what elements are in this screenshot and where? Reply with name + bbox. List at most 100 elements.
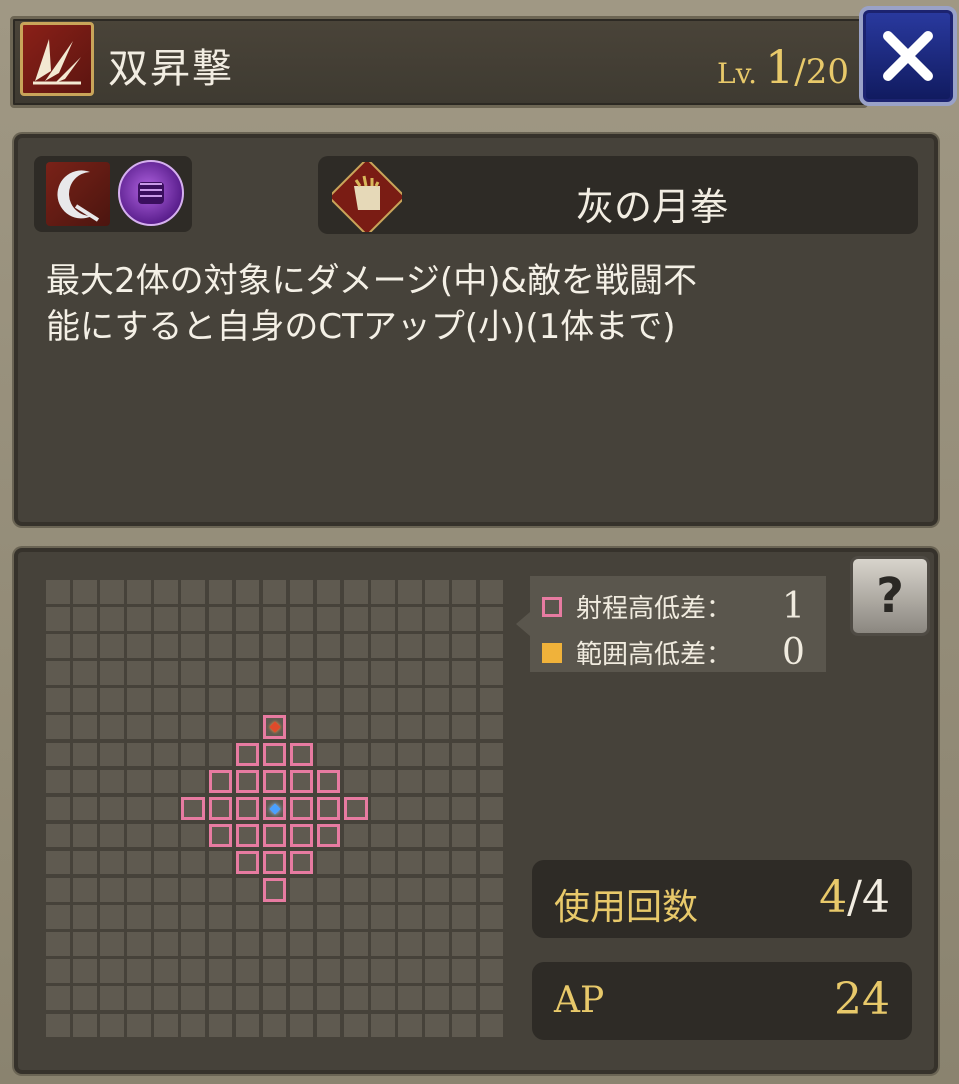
grid-cell	[100, 742, 124, 767]
grid-cell	[46, 905, 70, 929]
range-cell	[316, 823, 341, 848]
grid-cell	[127, 959, 151, 983]
grid-cell	[127, 796, 151, 821]
grid-cell	[479, 688, 503, 712]
grid-cell	[425, 607, 449, 631]
grid-cell	[398, 959, 422, 983]
grid-cell	[344, 878, 368, 902]
range-cell	[289, 769, 314, 794]
grid-cell	[452, 932, 476, 956]
grid-cell	[316, 634, 341, 658]
grid-cell	[316, 986, 341, 1010]
grid-cell	[235, 905, 260, 929]
grid-cell	[154, 661, 178, 685]
uses-max: /4	[847, 872, 890, 923]
skill-description: 最大2体の対象にダメージ(中)&敵を戦闘不 能にすると自身のCTアップ(小)(1…	[46, 261, 697, 347]
grid-cell	[452, 796, 476, 821]
grid-cell	[262, 986, 287, 1010]
grid-cell	[208, 959, 233, 983]
ap-label: AP	[554, 980, 605, 1021]
grid-cell	[73, 932, 97, 956]
range-height-value: 1	[782, 586, 805, 627]
grid-cell	[100, 715, 124, 739]
grid-cell	[73, 607, 97, 631]
grid-cell	[344, 823, 368, 848]
grid-cell	[46, 715, 70, 739]
grid-cell	[398, 932, 422, 956]
grid-cell	[289, 1013, 314, 1037]
grid-cell	[398, 634, 422, 658]
grid-cell	[262, 607, 287, 631]
grid-cell	[100, 607, 124, 631]
range-cell	[208, 796, 233, 821]
range-cell	[316, 796, 341, 821]
range-cell	[208, 769, 233, 794]
grid-cell	[316, 715, 341, 739]
area-height-value: 0	[782, 632, 805, 673]
grid-cell	[262, 580, 287, 604]
grid-cell	[344, 1013, 368, 1037]
help-book-icon[interactable]: ?	[850, 556, 930, 636]
grid-cell	[154, 932, 178, 956]
level-current: 1	[765, 40, 795, 94]
grid-cell	[73, 986, 97, 1010]
grid-cell	[316, 580, 341, 604]
grid-cell	[289, 580, 314, 604]
grid-cell	[479, 959, 503, 983]
grid-cell	[398, 661, 422, 685]
grid-cell	[289, 986, 314, 1010]
grid-cell	[181, 986, 205, 1010]
grid-cell	[479, 823, 503, 848]
grid-cell	[479, 580, 503, 604]
grid-cell	[235, 986, 260, 1010]
grid-cell	[316, 607, 341, 631]
grid-cell	[289, 634, 314, 658]
ap-value: 24	[834, 974, 890, 1025]
grid-cell	[479, 769, 503, 794]
grid-cell	[100, 878, 124, 902]
grid-cell	[154, 850, 178, 875]
grid-cell	[73, 688, 97, 712]
grid-cell	[235, 688, 260, 712]
grid-cell	[452, 715, 476, 739]
grid-cell	[398, 1013, 422, 1037]
grid-cell	[371, 905, 395, 929]
grid-cell	[344, 932, 368, 956]
grid-cell	[127, 878, 151, 902]
range-cell	[262, 742, 287, 767]
grid-cell	[100, 905, 124, 929]
grid-cell	[425, 850, 449, 875]
grid-cell	[73, 769, 97, 794]
grid-cell	[127, 932, 151, 956]
grid-cell	[452, 878, 476, 902]
range-cell	[289, 823, 314, 848]
grid-cell	[344, 580, 368, 604]
grid-cell	[127, 905, 151, 929]
close-button[interactable]	[859, 6, 957, 106]
grid-cell	[452, 850, 476, 875]
grid-cell	[262, 688, 287, 712]
target-marker-icon	[268, 721, 281, 733]
grid-cell	[316, 688, 341, 712]
grid-cell	[479, 850, 503, 875]
grid-cell	[208, 688, 233, 712]
grid-cell	[479, 878, 503, 902]
grid-cell	[262, 1013, 287, 1037]
grid-cell	[425, 688, 449, 712]
grid-cell	[425, 580, 449, 604]
grid-cell	[154, 1013, 178, 1037]
grid-cell	[371, 796, 395, 821]
grid-cell	[398, 878, 422, 902]
grid-cell	[181, 769, 205, 794]
grid-cell	[208, 905, 233, 929]
grid-cell	[46, 986, 70, 1010]
grid-cell	[479, 796, 503, 821]
grid-cell	[344, 959, 368, 983]
grid-cell	[100, 959, 124, 983]
grid-cell	[398, 796, 422, 821]
grid-cell	[425, 905, 449, 929]
skill-name: 双昇撃	[108, 46, 234, 92]
grid-cell	[127, 986, 151, 1010]
grid-cell	[100, 661, 124, 685]
grid-cell	[73, 905, 97, 929]
